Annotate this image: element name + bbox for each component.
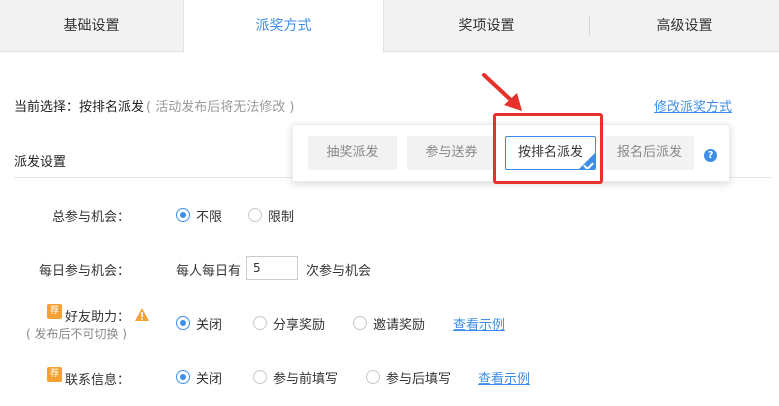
total-chances-limited-radio[interactable]: [248, 208, 262, 222]
contact-info-off-radio[interactable]: [176, 370, 190, 384]
red-arrow-icon: [482, 73, 522, 111]
current-selection-note: ( 活动发布后将无法修改 ): [146, 100, 295, 115]
warning-icon: [135, 308, 149, 321]
friend-help-example-link[interactable]: 查看示例: [453, 314, 505, 333]
tab-prize-method[interactable]: 派奖方式: [183, 0, 384, 53]
contact-info-after-label[interactable]: 参与后填写: [386, 368, 451, 387]
option-coupon[interactable]: 参与送券: [407, 136, 496, 170]
current-selection-value: 按排名派发: [79, 100, 145, 115]
friend-help-off-label[interactable]: 关闭: [196, 314, 222, 333]
prize-method-popover: 抽奖派发 参与送券 按排名派发 报名后派发 ?: [292, 124, 730, 182]
modify-prize-method-link[interactable]: 修改派奖方式: [654, 96, 732, 115]
tab-advanced-settings[interactable]: 高级设置: [590, 0, 779, 52]
section-title: 派发设置: [14, 155, 67, 170]
current-selection-label: 当前选择：: [14, 100, 80, 115]
current-selection: 当前选择：按排名派发( 活动发布后将无法修改 ): [14, 96, 294, 115]
friend-help-share-label[interactable]: 分享奖励: [273, 314, 325, 333]
total-chances-unlimited-radio[interactable]: [176, 208, 190, 222]
friend-help-label: 好友助力：: [64, 310, 130, 325]
contact-info-before-label[interactable]: 参与前填写: [273, 368, 338, 387]
option-lottery[interactable]: 抽奖派发: [308, 136, 397, 170]
contact-info-example-link[interactable]: 查看示例: [478, 368, 530, 387]
option-after-signup[interactable]: 报名后派发: [605, 136, 694, 170]
friend-help-note: ( 发布后不可切换 ): [26, 327, 127, 341]
contact-info-before-radio[interactable]: [253, 370, 267, 384]
friend-help-invite-label[interactable]: 邀请奖励: [373, 314, 425, 333]
tab-basic-settings[interactable]: 基础设置: [0, 0, 183, 52]
daily-chances-label: 每日参与机会：: [38, 264, 130, 279]
friend-help-invite-radio[interactable]: [353, 316, 367, 330]
total-chances-unlimited-label[interactable]: 不限: [196, 206, 222, 225]
daily-chances-suffix: 次参与机会: [306, 264, 372, 279]
friend-help-share-radio[interactable]: [253, 316, 267, 330]
option-ranking[interactable]: 按排名派发: [505, 136, 596, 170]
contact-info-off-label[interactable]: 关闭: [196, 368, 222, 387]
daily-chances-prefix: 每人每日有: [176, 264, 242, 279]
option-ranking-label: 按排名派发: [517, 145, 583, 160]
tab-prize-settings[interactable]: 奖项设置: [384, 0, 589, 52]
daily-chances-input[interactable]: [246, 256, 298, 280]
contact-info-label: 联系信息：: [64, 373, 130, 388]
contact-info-after-radio[interactable]: [366, 370, 380, 384]
friend-help-off-radio[interactable]: [176, 316, 190, 330]
total-chances-label: 总参与机会：: [51, 210, 130, 225]
tab-bar: 基础设置 派奖方式 奖项设置 高级设置: [0, 0, 779, 53]
help-icon[interactable]: ?: [704, 149, 717, 162]
total-chances-limited-label[interactable]: 限制: [268, 206, 294, 225]
